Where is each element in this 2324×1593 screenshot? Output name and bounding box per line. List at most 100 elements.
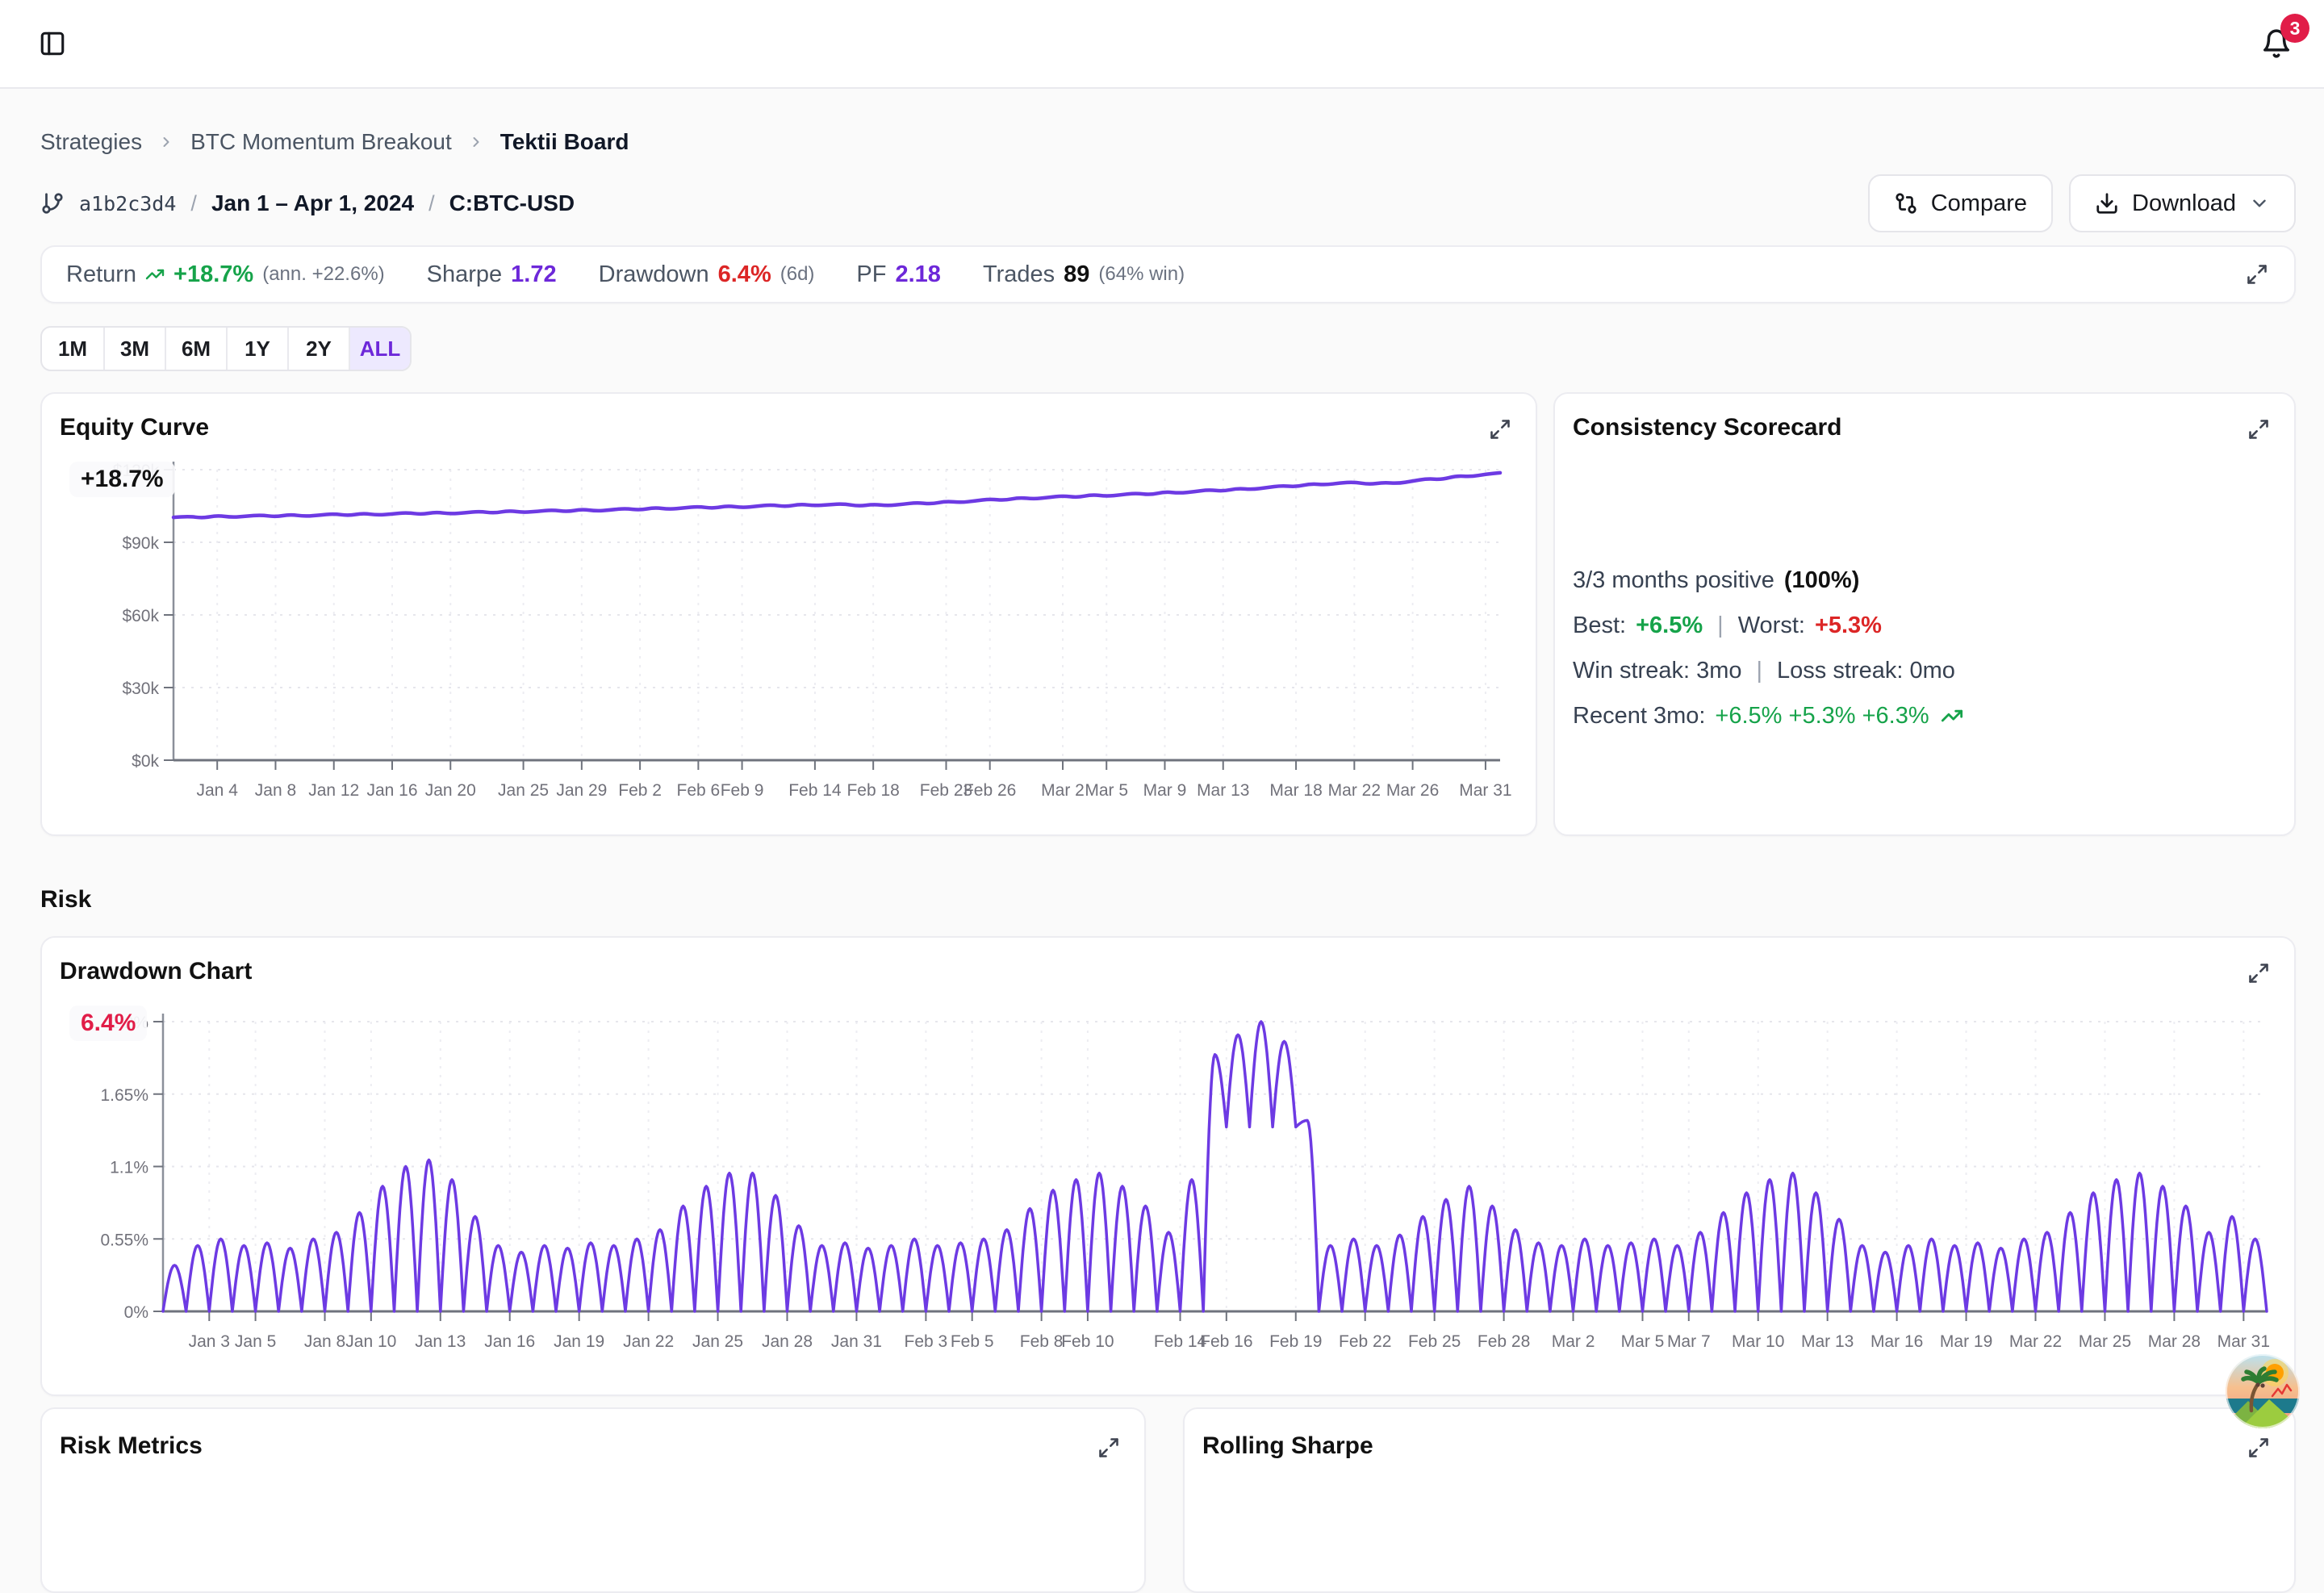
svg-text:Mar 31: Mar 31 — [2217, 1332, 2270, 1351]
stat-label: Sharpe — [427, 261, 503, 288]
svg-text:0.55%: 0.55% — [100, 1231, 148, 1249]
svg-text:$30k: $30k — [122, 679, 159, 698]
compare-button[interactable]: Compare — [1868, 174, 2053, 232]
expand-icon — [2247, 962, 2270, 985]
chevron-right-icon — [468, 134, 484, 150]
breadcrumb-current-page: Tektii Board — [500, 129, 629, 155]
stat-label: Trades — [983, 261, 1055, 288]
charts-row: Equity Curve +18.7% $0k$30k$60k$90k$120k… — [40, 392, 2296, 836]
drawdown-max-badge: 6.4% — [69, 1006, 147, 1041]
drawdown-chart: 0%0.55%1.1%1.65%2.2%Jan 3Jan 5Jan 8Jan 1… — [60, 997, 2276, 1361]
stats-expand-button[interactable] — [2242, 260, 2272, 289]
equity-return-badge: +18.7% — [69, 462, 175, 497]
svg-text:Jan 5: Jan 5 — [235, 1332, 276, 1351]
svg-text:Feb 6: Feb 6 — [677, 781, 721, 800]
tektii-logo[interactable] — [2224, 1353, 2301, 1430]
notifications-button[interactable]: 3 — [2256, 23, 2297, 64]
consistency-body: 3/3 months positive (100%) Best: +6.5% |… — [1573, 558, 2276, 738]
card-title: Rolling Sharpe — [1202, 1432, 2276, 1461]
equity-chart-area: +18.7% $0k$30k$60k$90k$120kJan 4Jan 8Jan… — [60, 454, 1518, 817]
range-selector: 1M 3M 6M 1Y 2Y ALL — [40, 326, 412, 371]
drawdown-expand-button[interactable] — [2244, 959, 2273, 988]
svg-text:Feb 16: Feb 16 — [1200, 1332, 1252, 1351]
svg-text:Mar 19: Mar 19 — [1940, 1332, 1992, 1351]
svg-text:Feb 19: Feb 19 — [1269, 1332, 1322, 1351]
run-info: a1b2c3d4 / Jan 1 – Apr 1, 2024 / C:BTC-U… — [40, 190, 575, 216]
svg-text:Feb 28: Feb 28 — [1478, 1332, 1530, 1351]
rolling-sharpe-card: Rolling Sharpe — [1183, 1407, 2296, 1593]
card-title: Consistency Scorecard — [1573, 413, 2276, 442]
consistency-expand-button[interactable] — [2244, 415, 2273, 444]
sidebar-toggle-button[interactable] — [34, 25, 71, 62]
range-1y[interactable]: 1Y — [226, 328, 287, 370]
run-id: a1b2c3d4 — [79, 192, 176, 215]
svg-text:Jan 19: Jan 19 — [554, 1332, 604, 1351]
range-6m[interactable]: 6M — [165, 328, 226, 370]
header-row: a1b2c3d4 / Jan 1 – Apr 1, 2024 / C:BTC-U… — [40, 174, 2296, 232]
svg-text:Jan 20: Jan 20 — [425, 781, 476, 800]
run-date-range: Jan 1 – Apr 1, 2024 — [211, 190, 414, 216]
win-streak-text: Win streak: 3mo — [1573, 658, 1742, 684]
stat-label: PF — [856, 261, 886, 288]
range-2y[interactable]: 2Y — [287, 328, 349, 370]
worst-label: Worst: — [1738, 613, 1805, 639]
rolling-sharpe-expand-button[interactable] — [2244, 1433, 2273, 1462]
stat-annotation: (ann. +22.6%) — [262, 263, 384, 286]
svg-text:Mar 13: Mar 13 — [1197, 781, 1249, 800]
bottom-row: Risk Metrics Rolling Sharpe — [40, 1407, 2296, 1593]
months-positive-pct: (100%) — [1784, 567, 1860, 594]
svg-text:Mar 9: Mar 9 — [1143, 781, 1187, 800]
compare-label: Compare — [1931, 190, 2027, 217]
card-title: Equity Curve — [60, 413, 1518, 442]
svg-text:Mar 16: Mar 16 — [1870, 1332, 1923, 1351]
svg-text:Jan 28: Jan 28 — [762, 1332, 813, 1351]
svg-text:Mar 26: Mar 26 — [1386, 781, 1439, 800]
download-button[interactable]: Download — [2069, 174, 2296, 232]
separator: | — [1757, 658, 1763, 684]
consistency-scorecard-card: Consistency Scorecard 3/3 months positiv… — [1553, 392, 2296, 836]
svg-text:Mar 2: Mar 2 — [1552, 1332, 1595, 1351]
chevron-down-icon — [2249, 193, 2270, 214]
breadcrumb-strategy-name[interactable]: BTC Momentum Breakout — [190, 129, 452, 155]
range-all[interactable]: ALL — [349, 328, 410, 370]
expand-icon — [2247, 418, 2270, 441]
svg-text:Mar 2: Mar 2 — [1041, 781, 1085, 800]
svg-text:$0k: $0k — [132, 752, 159, 771]
best-worst-line: Best: +6.5% | Worst: +5.3% — [1573, 603, 2276, 648]
breadcrumb-strategies[interactable]: Strategies — [40, 129, 142, 155]
svg-text:Jan 4: Jan 4 — [197, 781, 239, 800]
expand-icon — [2246, 263, 2268, 286]
stat-drawdown: Drawdown 6.4% (6d) — [599, 261, 815, 288]
git-compare-icon — [1894, 191, 1918, 215]
stat-label: Drawdown — [599, 261, 709, 288]
svg-text:Feb 3: Feb 3 — [905, 1332, 948, 1351]
range-1m[interactable]: 1M — [42, 328, 103, 370]
stat-value: 6.4% — [718, 261, 771, 288]
trending-up-icon — [1941, 705, 1963, 727]
svg-text:Mar 22: Mar 22 — [1328, 781, 1381, 800]
best-label: Best: — [1573, 613, 1626, 639]
svg-text:Mar 22: Mar 22 — [2009, 1332, 2062, 1351]
months-positive-text: 3/3 months positive — [1573, 567, 1774, 594]
stats-bar: Return +18.7% (ann. +22.6%) Sharpe 1.72 … — [40, 245, 2296, 303]
backtest-dashboard: { "topbar": { "notification_count": "3" … — [0, 0, 2324, 1453]
notification-badge: 3 — [2280, 14, 2309, 43]
run-symbol: C:BTC-USD — [449, 190, 575, 216]
svg-text:Jan 31: Jan 31 — [831, 1332, 882, 1351]
svg-text:Jan 13: Jan 13 — [415, 1332, 466, 1351]
svg-text:Mar 13: Mar 13 — [1801, 1332, 1854, 1351]
svg-text:0%: 0% — [124, 1303, 148, 1322]
svg-text:Jan 12: Jan 12 — [308, 781, 359, 800]
range-3m[interactable]: 3M — [103, 328, 165, 370]
risk-metrics-expand-button[interactable] — [1094, 1433, 1123, 1462]
svg-text:Feb 9: Feb 9 — [721, 781, 764, 800]
svg-text:Feb 18: Feb 18 — [846, 781, 899, 800]
svg-text:Mar 25: Mar 25 — [2079, 1332, 2131, 1351]
svg-text:Mar 5: Mar 5 — [1085, 781, 1128, 800]
stat-trades: Trades 89 (64% win) — [983, 261, 1185, 288]
svg-text:Jan 29: Jan 29 — [556, 781, 607, 800]
separator: | — [1717, 613, 1724, 639]
stat-return: Return +18.7% (ann. +22.6%) — [66, 261, 385, 288]
svg-text:Jan 25: Jan 25 — [692, 1332, 743, 1351]
equity-expand-button[interactable] — [1486, 415, 1515, 444]
